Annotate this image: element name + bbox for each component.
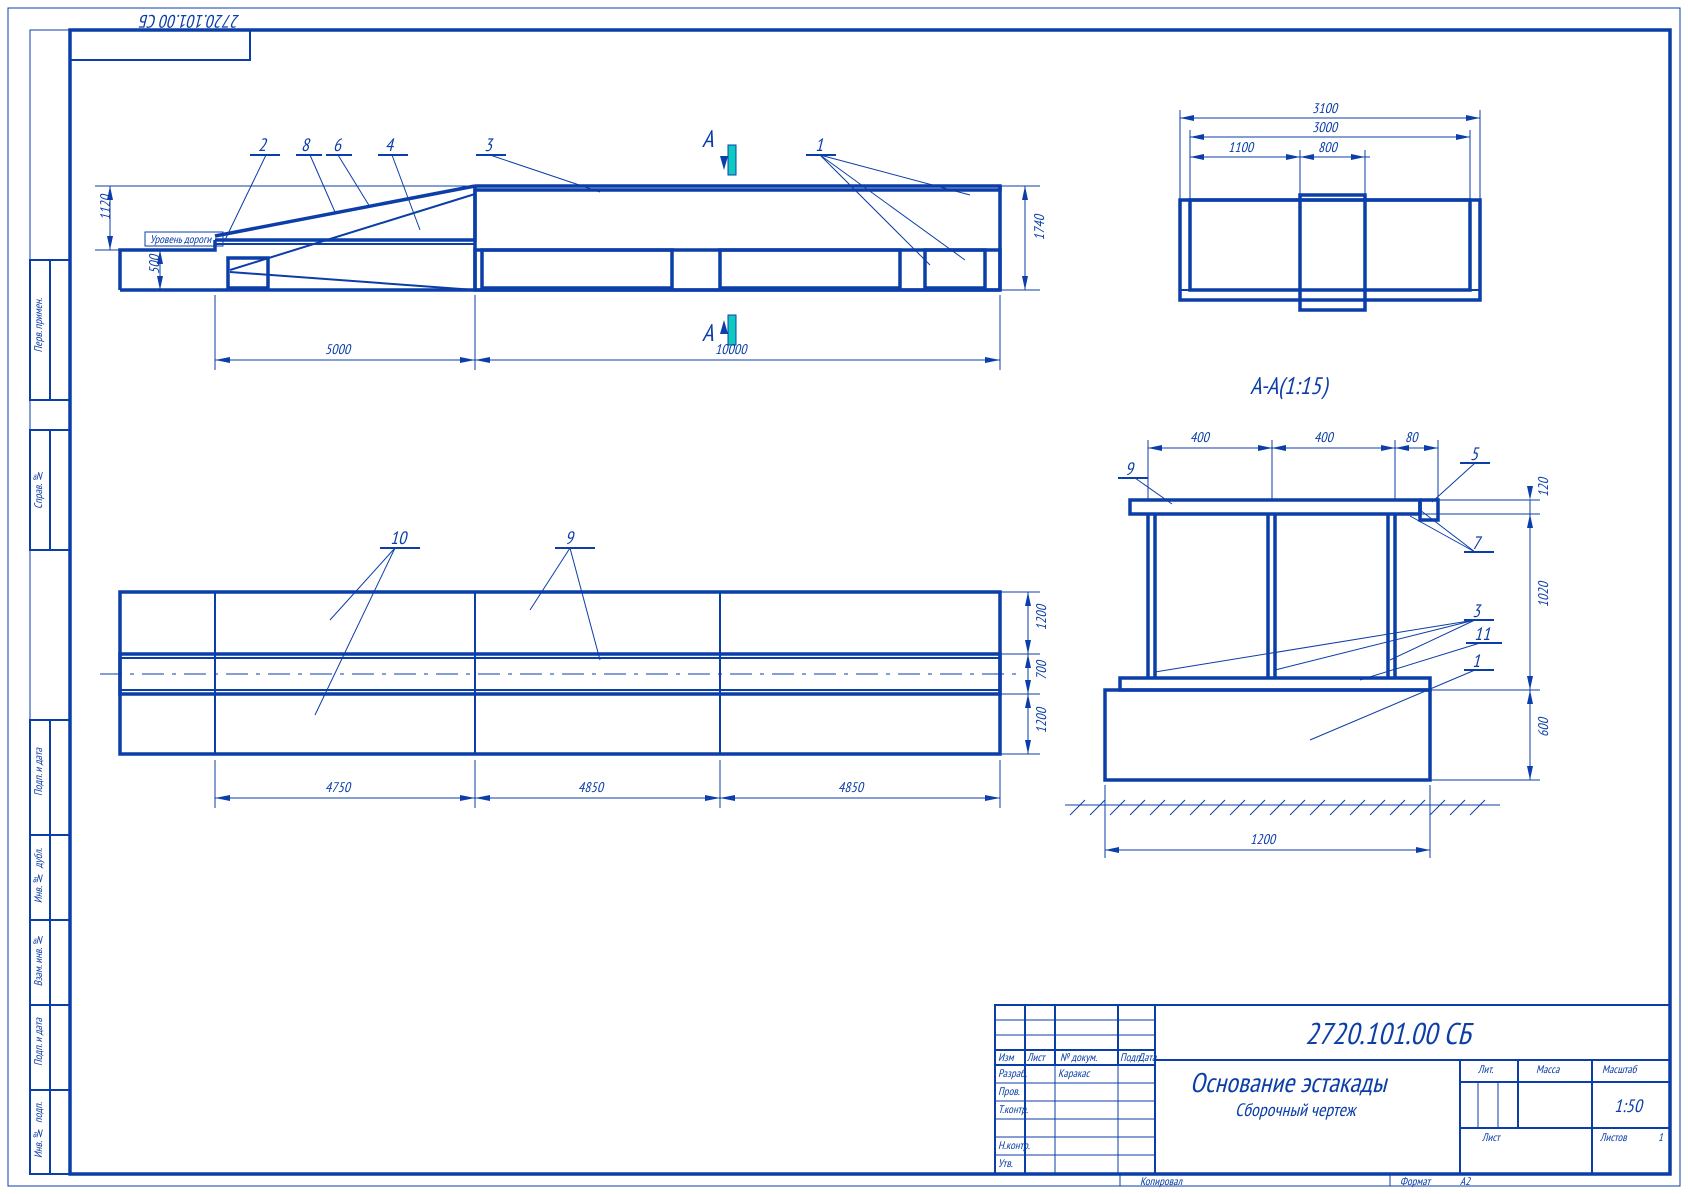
dim-side-h2: 500 xyxy=(145,255,163,274)
balloon-10: 10 xyxy=(390,526,406,549)
sidecell-2: Подп. и дата xyxy=(32,748,46,796)
dim-sec-b: 400 xyxy=(1314,428,1333,446)
tb-scale: 1:50 xyxy=(1614,1094,1642,1117)
tb-sheets-lbl: Листов xyxy=(1600,1131,1627,1145)
dim-side-l1: 5000 xyxy=(325,340,350,358)
tb-sheet-lbl: Лист xyxy=(1482,1131,1500,1145)
dim-sec-h: 1020 xyxy=(1534,582,1552,607)
tb-role-5: Утв. xyxy=(998,1157,1013,1171)
tb-lit: Лит. xyxy=(1478,1063,1493,1077)
tb-drawing-number: 2720.101.00 СБ xyxy=(1305,1014,1471,1053)
dim-end-full: 3100 xyxy=(1312,99,1337,117)
balloon-8: 8 xyxy=(301,133,309,156)
dim-end-inner: 3000 xyxy=(1312,118,1337,136)
road-level-note: Уровень дороги xyxy=(150,233,211,247)
balloon-1-sec: 1 xyxy=(1472,649,1480,672)
sidecell-4: Взам. инв. № xyxy=(32,932,46,986)
dim-top-l3: 4850 xyxy=(838,778,863,796)
drawing-sheet: 2720.101.00 СБ Уровень дороги 1120 500 1… xyxy=(0,0,1688,1194)
sidecell-3: Инв. № дубл. xyxy=(32,848,46,903)
balloon-6: 6 xyxy=(333,133,341,156)
balloon-3-side: 3 xyxy=(484,133,492,156)
balloon-7: 7 xyxy=(1472,531,1480,554)
dim-sec-t: 120 xyxy=(1534,478,1552,497)
tb-hdr-doc: № докум. xyxy=(1060,1051,1097,1065)
balloon-11: 11 xyxy=(1474,622,1490,645)
balloon-2: 2 xyxy=(258,133,266,156)
tb-role-0: Разраб. xyxy=(998,1067,1027,1081)
dim-top-l2: 4850 xyxy=(578,778,603,796)
drawing-number-flipped: 2720.101.00 СБ xyxy=(141,10,240,33)
dim-end-gap: 800 xyxy=(1318,138,1337,156)
balloon-9-plan: 9 xyxy=(565,526,573,549)
dim-end-off: 1100 xyxy=(1228,138,1253,156)
dim-top-w1: 1200 xyxy=(1032,605,1050,630)
section-mark-a-top: А xyxy=(702,123,713,154)
tb-role-4: Н.контр. xyxy=(998,1139,1030,1153)
tb-hdr-list: Лист xyxy=(1027,1051,1045,1065)
sidecell-5: Подп. и дата xyxy=(32,1018,46,1066)
dim-sec-a: 400 xyxy=(1190,428,1209,446)
dim-side-h1: 1120 xyxy=(96,195,114,220)
dim-top-w2: 1200 xyxy=(1032,708,1050,733)
tb-subtitle: Сборочный чертеж xyxy=(1235,1098,1355,1121)
tb-author: Каракас xyxy=(1058,1067,1090,1081)
dim-top-wmid: 700 xyxy=(1032,661,1050,680)
tb-mass: Масса xyxy=(1536,1063,1559,1077)
balloon-4: 4 xyxy=(385,133,393,156)
tb-hdr-date: Дата xyxy=(1138,1051,1156,1065)
balloon-3-sec: 3 xyxy=(1472,599,1480,622)
sidecell-1: Справ. № xyxy=(32,468,46,509)
section-title: А-А(1:15) xyxy=(1250,370,1327,401)
balloon-1-side: 1 xyxy=(815,133,823,156)
dim-sec-c: 80 xyxy=(1405,428,1418,446)
dim-side-l2: 10000 xyxy=(715,340,747,358)
sidecell-6: Инв. № подп. xyxy=(32,1102,46,1158)
dim-side-h3: 1740 xyxy=(1030,215,1048,240)
tb-sheets-val: 1 xyxy=(1658,1131,1663,1145)
tb-format-lbl: Формат xyxy=(1400,1175,1430,1189)
dim-sec-footw: 1200 xyxy=(1250,830,1275,848)
tb-hdr-izm: Изм xyxy=(998,1051,1014,1065)
dim-sec-footh: 600 xyxy=(1534,718,1552,737)
tb-role-2: Т.контр. xyxy=(998,1103,1028,1117)
dim-top-l1: 4750 xyxy=(325,778,350,796)
balloon-5: 5 xyxy=(1470,442,1478,465)
tb-copy: Копировал xyxy=(1140,1175,1182,1189)
tb-scale-lbl: Масштаб xyxy=(1602,1063,1637,1077)
sidecell-0: Перв. примен. xyxy=(32,298,46,352)
tb-title: Основание эстакады xyxy=(1190,1066,1386,1100)
tb-role-1: Пров. xyxy=(998,1085,1020,1099)
section-mark-a-bottom: А xyxy=(702,317,713,348)
tb-format-val: А2 xyxy=(1460,1175,1470,1189)
balloon-9-sec: 9 xyxy=(1125,457,1133,480)
